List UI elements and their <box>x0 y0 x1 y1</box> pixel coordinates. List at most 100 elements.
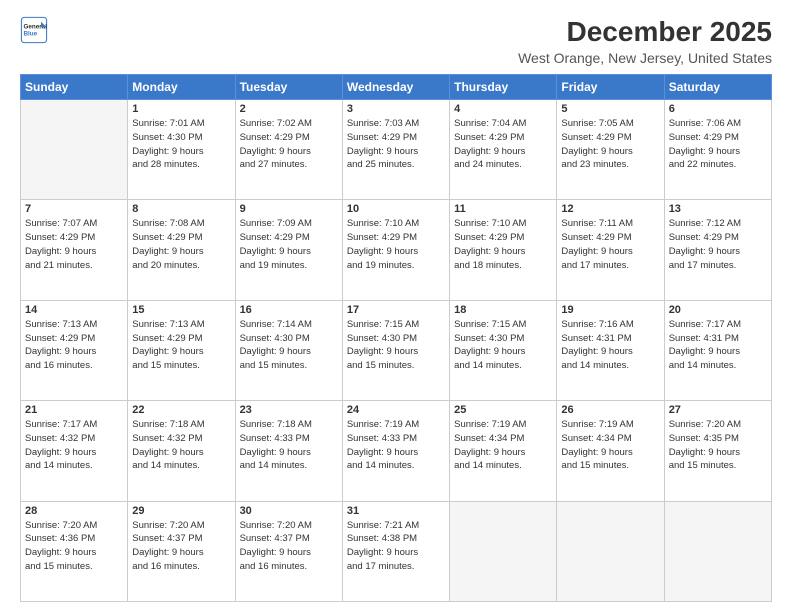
calendar-cell: 7Sunrise: 7:07 AMSunset: 4:29 PMDaylight… <box>21 200 128 300</box>
calendar-week-1: 7Sunrise: 7:07 AMSunset: 4:29 PMDaylight… <box>21 200 772 300</box>
calendar-week-0: 1 Sunrise: 7:01 AMSunset: 4:30 PMDaylight… <box>21 100 772 200</box>
calendar-header-row: SundayMondayTuesdayWednesdayThursdayFrid… <box>21 75 772 100</box>
day-number: 31 <box>347 505 445 517</box>
day-number: 8 <box>132 203 230 215</box>
calendar-header-thursday: Thursday <box>450 75 557 100</box>
day-number: 19 <box>561 304 659 316</box>
day-number: 4 <box>454 103 552 115</box>
day-number: 26 <box>561 404 659 416</box>
calendar-cell: 24 Sunrise: 7:19 AMSunset: 4:33 PMDayligh… <box>342 401 449 501</box>
day-number: 23 <box>240 404 338 416</box>
calendar-cell: 25Sunrise: 7:19 AMSunset: 4:34 PMDayligh… <box>450 401 557 501</box>
calendar-cell <box>21 100 128 200</box>
svg-text:Blue: Blue <box>24 31 38 38</box>
calendar-cell: 14 Sunrise: 7:13 AMSunset: 4:29 PMDayligh… <box>21 300 128 400</box>
day-number: 24 <box>347 404 445 416</box>
calendar-cell: 6 Sunrise: 7:06 AMSunset: 4:29 PMDaylight… <box>664 100 771 200</box>
day-number: 2 <box>240 103 338 115</box>
sun-info: Sunrise: 7:20 AMSunset: 4:36 PMDaylight:… <box>25 519 123 574</box>
calendar-cell: 19 Sunrise: 7:16 AMSunset: 4:31 PMDayligh… <box>557 300 664 400</box>
sun-info: Sunrise: 7:18 AMSunset: 4:32 PMDaylight:… <box>132 418 230 473</box>
sun-info: Sunrise: 7:05 AMSunset: 4:29 PMDaylight:… <box>561 117 659 172</box>
sun-info: Sunrise: 7:12 AMSunset: 4:29 PMDaylight:… <box>669 217 767 272</box>
sun-info: Sunrise: 7:17 AMSunset: 4:31 PMDaylight:… <box>669 318 767 373</box>
day-number: 25 <box>454 404 552 416</box>
day-number: 30 <box>240 505 338 517</box>
sun-info: Sunrise: 7:20 AMSunset: 4:37 PMDaylight:… <box>132 519 230 574</box>
sun-info: Sunrise: 7:09 AMSunset: 4:29 PMDaylight:… <box>240 217 338 272</box>
calendar-cell: 12 Sunrise: 7:11 AMSunset: 4:29 PMDayligh… <box>557 200 664 300</box>
calendar-table: SundayMondayTuesdayWednesdayThursdayFrid… <box>20 74 772 602</box>
sun-info: Sunrise: 7:11 AMSunset: 4:29 PMDaylight:… <box>561 217 659 272</box>
day-number: 3 <box>347 103 445 115</box>
subtitle: West Orange, New Jersey, United States <box>518 50 772 66</box>
sun-info: Sunrise: 7:10 AMSunset: 4:29 PMDaylight:… <box>454 217 552 272</box>
sun-info: Sunrise: 7:10 AMSunset: 4:29 PMDaylight:… <box>347 217 445 272</box>
day-number: 6 <box>669 103 767 115</box>
day-number: 15 <box>132 304 230 316</box>
calendar-cell: 9Sunrise: 7:09 AMSunset: 4:29 PMDaylight… <box>235 200 342 300</box>
calendar-cell: 31 Sunrise: 7:21 AMSunset: 4:38 PMDayligh… <box>342 501 449 601</box>
logo: General Blue <box>20 16 48 44</box>
calendar-header-sunday: Sunday <box>21 75 128 100</box>
sun-info: Sunrise: 7:20 AMSunset: 4:35 PMDaylight:… <box>669 418 767 473</box>
day-number: 10 <box>347 203 445 215</box>
sun-info: Sunrise: 7:13 AMSunset: 4:29 PMDaylight:… <box>25 318 123 373</box>
page: General Blue December 2025 West Orange, … <box>0 0 792 612</box>
day-number: 1 <box>132 103 230 115</box>
day-number: 20 <box>669 304 767 316</box>
title-block: December 2025 West Orange, New Jersey, U… <box>518 16 772 66</box>
day-number: 14 <box>25 304 123 316</box>
calendar-cell: 29 Sunrise: 7:20 AMSunset: 4:37 PMDayligh… <box>128 501 235 601</box>
day-number: 17 <box>347 304 445 316</box>
calendar-header-saturday: Saturday <box>664 75 771 100</box>
sun-info: Sunrise: 7:21 AMSunset: 4:38 PMDaylight:… <box>347 519 445 574</box>
day-number: 11 <box>454 203 552 215</box>
calendar-cell: 16Sunrise: 7:14 AMSunset: 4:30 PMDayligh… <box>235 300 342 400</box>
calendar-cell: 22 Sunrise: 7:18 AMSunset: 4:32 PMDayligh… <box>128 401 235 501</box>
sun-info: Sunrise: 7:18 AMSunset: 4:33 PMDaylight:… <box>240 418 338 473</box>
logo-icon: General Blue <box>20 16 48 44</box>
sun-info: Sunrise: 7:16 AMSunset: 4:31 PMDaylight:… <box>561 318 659 373</box>
calendar-body: 1 Sunrise: 7:01 AMSunset: 4:30 PMDaylight… <box>21 100 772 602</box>
sun-info: Sunrise: 7:19 AMSunset: 4:33 PMDaylight:… <box>347 418 445 473</box>
calendar-cell: 3Sunrise: 7:03 AMSunset: 4:29 PMDaylight… <box>342 100 449 200</box>
day-number: 12 <box>561 203 659 215</box>
main-title: December 2025 <box>518 16 772 48</box>
calendar-cell: 4 Sunrise: 7:04 AMSunset: 4:29 PMDaylight… <box>450 100 557 200</box>
calendar-cell: 5 Sunrise: 7:05 AMSunset: 4:29 PMDaylight… <box>557 100 664 200</box>
calendar-cell: 20 Sunrise: 7:17 AMSunset: 4:31 PMDayligh… <box>664 300 771 400</box>
calendar-cell: 13 Sunrise: 7:12 AMSunset: 4:29 PMDayligh… <box>664 200 771 300</box>
sun-info: Sunrise: 7:17 AMSunset: 4:32 PMDaylight:… <box>25 418 123 473</box>
day-number: 21 <box>25 404 123 416</box>
calendar-cell: 8Sunrise: 7:08 AMSunset: 4:29 PMDaylight… <box>128 200 235 300</box>
day-number: 27 <box>669 404 767 416</box>
day-number: 29 <box>132 505 230 517</box>
day-number: 13 <box>669 203 767 215</box>
day-number: 22 <box>132 404 230 416</box>
calendar-cell: 26 Sunrise: 7:19 AMSunset: 4:34 PMDayligh… <box>557 401 664 501</box>
sun-info: Sunrise: 7:04 AMSunset: 4:29 PMDaylight:… <box>454 117 552 172</box>
day-number: 18 <box>454 304 552 316</box>
sun-info: Sunrise: 7:20 AMSunset: 4:37 PMDaylight:… <box>240 519 338 574</box>
sun-info: Sunrise: 7:15 AMSunset: 4:30 PMDaylight:… <box>347 318 445 373</box>
calendar-header-friday: Friday <box>557 75 664 100</box>
calendar-cell: 30 Sunrise: 7:20 AMSunset: 4:37 PMDayligh… <box>235 501 342 601</box>
header: General Blue December 2025 West Orange, … <box>20 16 772 66</box>
calendar-cell <box>664 501 771 601</box>
calendar-week-2: 14 Sunrise: 7:13 AMSunset: 4:29 PMDayligh… <box>21 300 772 400</box>
sun-info: Sunrise: 7:19 AMSunset: 4:34 PMDaylight:… <box>561 418 659 473</box>
calendar-cell: 18Sunrise: 7:15 AMSunset: 4:30 PMDayligh… <box>450 300 557 400</box>
calendar-cell: 27 Sunrise: 7:20 AMSunset: 4:35 PMDayligh… <box>664 401 771 501</box>
sun-info: Sunrise: 7:06 AMSunset: 4:29 PMDaylight:… <box>669 117 767 172</box>
sun-info: Sunrise: 7:07 AMSunset: 4:29 PMDaylight:… <box>25 217 123 272</box>
day-number: 28 <box>25 505 123 517</box>
calendar-header-monday: Monday <box>128 75 235 100</box>
calendar-cell: 17 Sunrise: 7:15 AMSunset: 4:30 PMDayligh… <box>342 300 449 400</box>
calendar-cell: 21 Sunrise: 7:17 AMSunset: 4:32 PMDayligh… <box>21 401 128 501</box>
sun-info: Sunrise: 7:14 AMSunset: 4:30 PMDaylight:… <box>240 318 338 373</box>
sun-info: Sunrise: 7:01 AMSunset: 4:30 PMDaylight:… <box>132 117 230 172</box>
day-number: 5 <box>561 103 659 115</box>
calendar-cell: 15Sunrise: 7:13 AMSunset: 4:29 PMDayligh… <box>128 300 235 400</box>
sun-info: Sunrise: 7:02 AMSunset: 4:29 PMDaylight:… <box>240 117 338 172</box>
